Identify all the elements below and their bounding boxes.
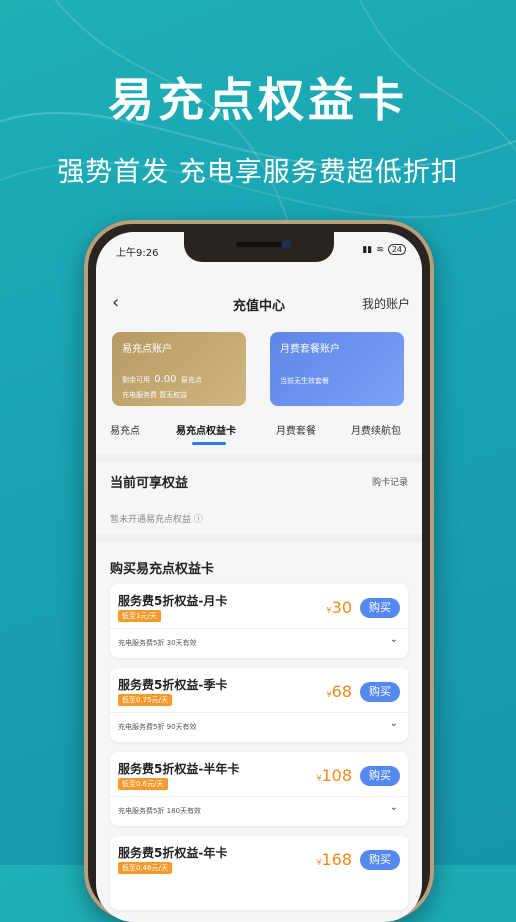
card-benefit-line: 充电服务费 暂无权益 (122, 391, 188, 399)
price-per-day-badge: 低至0.75元/天 (118, 694, 172, 706)
product-price: ¥68 (326, 682, 352, 701)
app-screen: 上午9:26 ▮▮ ≋ 24 ‹ 充值中心 我的账户 易充点账户 剩余可用 0.… (96, 232, 422, 922)
product-card[interactable]: 服务费5折权益-月卡 低至1元/天 ¥30 购买 充电服务费5折 30天有效 ⌄ (110, 584, 408, 658)
monthly-plan-card[interactable]: 月费套餐账户 当前无生效套餐 (270, 332, 404, 406)
product-price: ¥30 (326, 598, 352, 617)
price-per-day-badge: 低至1元/天 (118, 610, 161, 622)
card-balance-line: 剩余可用 0.00 易充点 (122, 374, 202, 385)
divider (96, 534, 422, 542)
tab-bar: 易充点 易充点权益卡 月费套餐 月费续航包 (96, 422, 422, 448)
signal-icon: ▮▮ (362, 244, 373, 255)
tab-points[interactable]: 易充点 (110, 422, 140, 437)
card-title: 易充点账户 (122, 344, 172, 355)
divider (96, 454, 422, 462)
card-plan-status: 当前无生效套餐 (280, 377, 329, 385)
tab-underline (192, 442, 226, 445)
buy-button[interactable]: 购买 (360, 850, 400, 870)
product-title: 服务费5折权益-季卡 (118, 678, 228, 692)
product-desc: 充电服务费5折 90天有效 (118, 723, 197, 731)
buy-button[interactable]: 购买 (360, 766, 400, 786)
status-bar: 上午9:26 ▮▮ ≋ 24 (116, 244, 406, 260)
product-title: 服务费5折权益-年卡 (118, 846, 228, 860)
product-price: ¥108 (316, 766, 352, 785)
buy-button[interactable]: 购买 (360, 598, 400, 618)
nav-bar: ‹ 充值中心 我的账户 (96, 292, 422, 316)
tab-monthly-pack[interactable]: 月费续航包 (351, 422, 401, 437)
promo-headline: 易充点权益卡 (108, 73, 408, 127)
status-icons: ▮▮ ≋ 24 (362, 244, 406, 255)
divider (110, 712, 408, 713)
current-benefits-title: 当前可享权益 (110, 476, 189, 491)
chevron-down-icon[interactable]: ⌄ (390, 802, 398, 813)
buy-section-title: 购买易充点权益卡 (110, 562, 215, 577)
chevron-down-icon[interactable]: ⌄ (390, 718, 398, 729)
product-title: 服务费5折权益-月卡 (118, 594, 228, 608)
price-per-day-badge: 低至0.46元/天 (118, 862, 172, 874)
price-per-day-badge: 低至0.6元/天 (118, 778, 168, 790)
product-card[interactable]: 服务费5折权益-季卡 低至0.75元/天 ¥68 购买 充电服务费5折 90天有… (110, 668, 408, 742)
product-card[interactable]: 服务费5折权益-年卡 低至0.46元/天 ¥168 购买 (110, 836, 408, 910)
tab-monthly-plan[interactable]: 月费套餐 (276, 422, 316, 437)
divider (110, 796, 408, 797)
phone-frame: 上午9:26 ▮▮ ≋ 24 ‹ 充值中心 我的账户 易充点账户 剩余可用 0.… (84, 220, 434, 922)
product-card[interactable]: 服务费5折权益-半年卡 低至0.6元/天 ¥108 购买 充电服务费5折 180… (110, 752, 408, 826)
promo-subhead: 强势首发 充电享服务费超低折扣 (57, 157, 459, 188)
help-icon[interactable]: ⓘ (194, 515, 203, 525)
no-benefit-text: 暂未开通易充点权益 ⓘ (110, 515, 203, 525)
product-title: 服务费5折权益-半年卡 (118, 762, 240, 776)
product-desc: 充电服务费5折 180天有效 (118, 807, 202, 815)
tab-points-card[interactable]: 易充点权益卡 (176, 422, 236, 437)
chevron-down-icon[interactable]: ⌄ (390, 634, 398, 645)
wifi-icon: ≋ (376, 244, 384, 255)
my-account-link[interactable]: 我的账户 (362, 295, 410, 312)
purchase-record-link[interactable]: 购卡记录 (372, 475, 408, 488)
status-time: 上午9:26 (116, 248, 159, 259)
points-account-card[interactable]: 易充点账户 剩余可用 0.00 易充点 充电服务费 暂无权益 (112, 332, 246, 406)
product-price: ¥168 (316, 850, 352, 869)
card-title: 月费套餐账户 (280, 344, 340, 355)
buy-button[interactable]: 购买 (360, 682, 400, 702)
product-desc: 充电服务费5折 30天有效 (118, 639, 197, 647)
battery-icon: 24 (387, 244, 406, 255)
divider (110, 628, 408, 629)
